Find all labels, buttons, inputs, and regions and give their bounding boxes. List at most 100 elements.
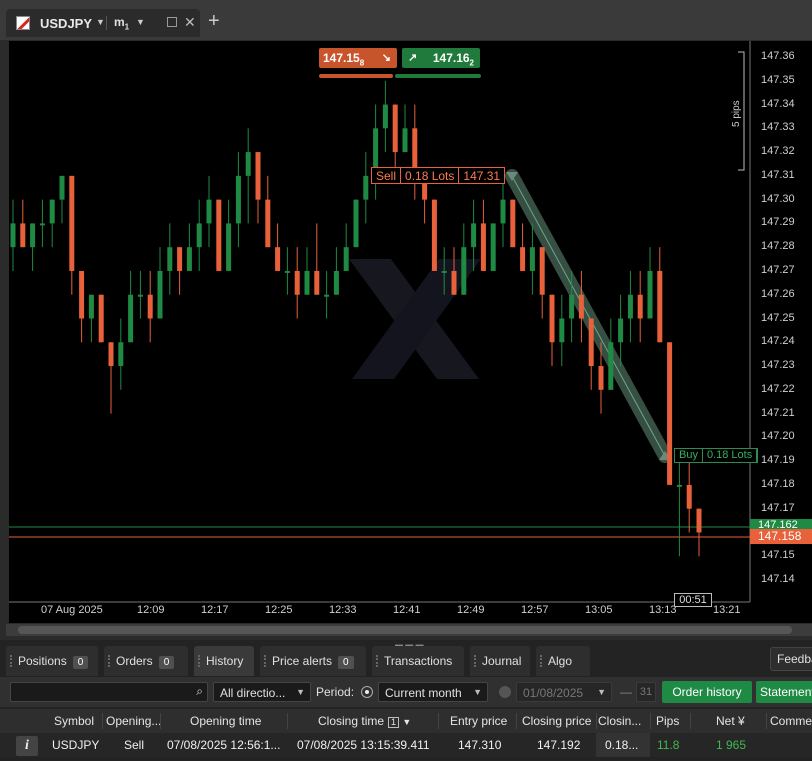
candle-body <box>255 152 261 200</box>
col-closing-time[interactable]: Closing time 1 ▼ <box>318 714 411 728</box>
alerts-count-badge: 0 <box>338 656 354 669</box>
tab-orders[interactable]: Orders 0 <box>104 646 188 676</box>
cell-opening-time: 07/08/2025 12:56:1... <box>167 738 281 752</box>
period-select[interactable]: Current month ▼ <box>378 682 488 702</box>
time-tick-label: 12:09 <box>137 604 165 616</box>
time-tick-label: 12:57 <box>521 604 549 616</box>
sell-order-label[interactable]: Sell 0.18 Lots 147.31 <box>371 167 506 184</box>
candlestick-chart[interactable] <box>9 41 812 623</box>
sell-quote-button[interactable]: 147.158 ↘ <box>319 48 397 68</box>
col-pips[interactable]: Pips <box>656 714 679 728</box>
direction-select[interactable]: All directio... ▼ <box>213 682 311 702</box>
chart-scrollbar[interactable] <box>6 624 812 636</box>
candles-group <box>10 80 702 557</box>
feedback-button[interactable]: Feedback <box>770 647 812 671</box>
candle-body <box>284 270 290 273</box>
tab-divider <box>106 16 107 30</box>
sell-order-lots: 0.18 Lots <box>401 168 460 183</box>
date-from-select[interactable]: 01/08/2025 ▼ <box>516 682 612 702</box>
price-tick-label: 147.15 <box>761 549 795 562</box>
candle-body <box>696 508 702 533</box>
candle-body <box>304 270 310 295</box>
cell-symbol: USDJPY <box>52 738 100 752</box>
add-tab-icon[interactable]: + <box>208 10 220 33</box>
time-tick-label: 12:41 <box>393 604 421 616</box>
statement-button[interactable]: Statement <box>756 681 812 703</box>
candle-body <box>343 247 349 271</box>
timeframe-selector[interactable]: m1 <box>114 15 129 31</box>
candle-body <box>441 270 447 273</box>
col-opening-time[interactable]: Opening time <box>190 714 261 728</box>
price-chart[interactable]: 147.158 ↘ ↗ 147.162 Sell 0.18 Lots 147.3… <box>9 41 812 623</box>
candle-body <box>402 128 408 153</box>
watermark-logo <box>349 259 481 379</box>
timeframe-dropdown-icon[interactable]: ▼ <box>136 17 145 27</box>
symbol-dropdown-icon[interactable]: ▼ <box>96 17 105 27</box>
price-tick-label: 147.33 <box>761 121 795 134</box>
candle-body <box>480 223 486 271</box>
candle-body <box>137 294 143 297</box>
candle-body <box>79 270 85 319</box>
price-tick-label: 147.31 <box>761 168 795 181</box>
col-opening-direction[interactable]: Opening... <box>106 714 161 728</box>
tab-history[interactable]: History <box>194 646 254 676</box>
candle-body <box>324 294 330 297</box>
time-tick-label: 12:49 <box>457 604 485 616</box>
candle-body <box>10 223 16 248</box>
calendar-icon[interactable]: 31 <box>636 682 656 702</box>
tab-positions[interactable]: Positions 0 <box>6 646 98 676</box>
buy-depth-bar <box>395 74 481 78</box>
order-history-button[interactable]: Order history <box>662 681 752 703</box>
candle-body <box>657 270 663 343</box>
table-row[interactable]: i USDJPY Sell 07/08/2025 12:56:1... 07/0… <box>0 733 812 757</box>
period-radio-custom[interactable] <box>499 686 511 698</box>
candle-body <box>39 223 45 226</box>
candle-body <box>559 318 565 343</box>
candle-body <box>196 223 202 248</box>
period-radio-current[interactable] <box>361 686 373 698</box>
time-tick-label: 12:33 <box>329 604 357 616</box>
tab-transactions[interactable]: Transactions <box>372 646 464 676</box>
tab-journal[interactable]: Journal <box>470 646 530 676</box>
symbol-name[interactable]: USDJPY <box>40 16 92 31</box>
price-tick-label: 147.34 <box>761 97 795 110</box>
tab-price-alerts[interactable]: Price alerts 0 <box>260 646 366 676</box>
buy-quote-price: 147.162 <box>432 51 474 68</box>
candle-body <box>177 247 183 271</box>
buy-quote-button[interactable]: ↗ 147.162 <box>402 48 480 68</box>
chevron-down-icon: ▼ <box>473 687 482 697</box>
search-input[interactable]: ⌕ <box>10 682 208 702</box>
search-icon[interactable]: ⌕ <box>196 684 203 699</box>
candle-body <box>314 270 320 295</box>
popout-icon[interactable] <box>167 17 177 27</box>
candle-body <box>637 294 643 319</box>
price-tick-label: 147.25 <box>761 311 795 324</box>
cell-closing-price: 147.192 <box>537 738 581 752</box>
col-symbol[interactable]: Symbol <box>54 714 94 728</box>
candle-body <box>578 294 584 319</box>
tab-algo[interactable]: Algo <box>536 646 590 676</box>
buy-order-label[interactable]: Buy 0.18 Lots <box>674 448 759 463</box>
candle-body <box>510 199 516 248</box>
info-icon[interactable]: i <box>16 736 38 756</box>
col-entry-price[interactable]: Entry price <box>450 714 507 728</box>
sell-arrow-icon: ↘ <box>381 52 391 64</box>
time-tick-label: 13:05 <box>585 604 613 616</box>
candle-body <box>20 223 26 248</box>
close-tab-icon[interactable]: ✕ <box>184 14 196 31</box>
orders-count-badge: 0 <box>158 656 175 669</box>
price-tick-label: 147.24 <box>761 335 795 348</box>
cell-closing-volume: 0.18... <box>605 738 639 752</box>
sell-order-side: Sell <box>372 168 402 183</box>
candle-body <box>588 318 594 367</box>
candle-body <box>226 223 232 271</box>
col-closing-volume[interactable]: Closin... <box>598 714 641 728</box>
cell-closing-time: 07/08/2025 13:15:39.411 <box>297 738 430 752</box>
scrollbar-thumb[interactable] <box>18 626 792 634</box>
col-closing-price[interactable]: Closing price <box>522 714 591 728</box>
price-tick-label: 147.26 <box>761 287 795 300</box>
col-net[interactable]: Net ¥ <box>716 714 745 728</box>
symbol-flag-icon <box>16 16 30 30</box>
col-comment[interactable]: Comme... <box>770 714 812 728</box>
price-tick-label: 147.27 <box>761 263 795 276</box>
